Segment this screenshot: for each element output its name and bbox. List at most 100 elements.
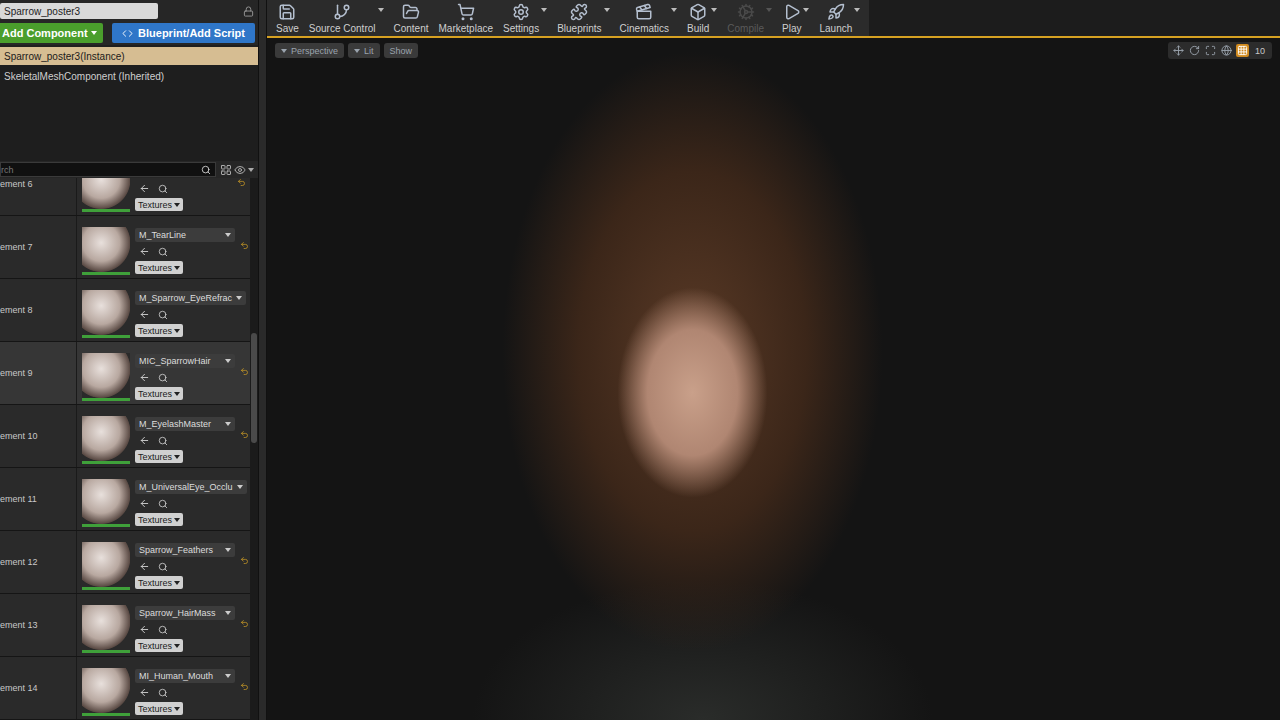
material-dropdown[interactable]: MIC_SparrowHair	[135, 354, 235, 368]
browse-search-icon[interactable]	[158, 688, 168, 698]
use-selected-arrow-icon[interactable]	[139, 372, 150, 383]
material-thumbnail[interactable]	[82, 178, 130, 212]
toolbar-button-main[interactable]: Play	[782, 0, 801, 34]
toolbar-button-main[interactable]: Save	[276, 0, 299, 34]
toolbar-dropdown[interactable]	[378, 0, 384, 12]
use-selected-arrow-icon[interactable]	[139, 687, 150, 698]
browse-search-icon[interactable]	[158, 373, 168, 383]
toolbar-dropdown[interactable]	[604, 0, 610, 12]
material-dropdown[interactable]: Sparrow_Feathers	[135, 543, 235, 557]
viewport-render[interactable]	[267, 59, 1280, 720]
actor-name-field[interactable]: Sparrow_poster3	[0, 3, 158, 19]
view-options[interactable]	[220, 164, 254, 176]
toolbar-button[interactable]: Build	[682, 0, 722, 36]
blueprint-button[interactable]: Blueprint/Add Script	[112, 23, 255, 43]
material-thumbnail[interactable]	[82, 290, 130, 338]
scrollbar-thumb[interactable]	[251, 333, 257, 443]
textures-button[interactable]: Textures	[135, 387, 183, 400]
use-selected-arrow-icon[interactable]	[139, 183, 150, 194]
toolbar-button-main[interactable]: Compile	[727, 0, 764, 34]
browse-search-icon[interactable]	[158, 310, 168, 320]
toolbar-button[interactable]: Compile	[722, 0, 777, 36]
material-thumbnail[interactable]	[82, 542, 130, 590]
material-row[interactable]: ement 8M_Sparrow_EyeRefracTextures	[0, 279, 250, 342]
viewport-button[interactable]: Lit	[348, 43, 380, 58]
scrollbar[interactable]	[250, 178, 258, 720]
move-tool[interactable]	[1172, 44, 1185, 57]
toolbar-dropdown[interactable]	[671, 0, 677, 12]
textures-button[interactable]: Textures	[135, 324, 183, 337]
viewport-button[interactable]: Show	[384, 43, 419, 58]
material-dropdown[interactable]: M_TearLine	[135, 228, 235, 242]
scale-tool[interactable]	[1204, 44, 1217, 57]
material-dropdown[interactable]: Sparrow_HairMass	[135, 606, 235, 620]
use-selected-arrow-icon[interactable]	[139, 309, 150, 320]
toolbar-button-main[interactable]: Blueprints	[557, 0, 601, 34]
toolbar-button-main[interactable]: Settings	[503, 0, 539, 34]
toolbar-button-main[interactable]: Marketplace	[439, 0, 493, 34]
reset-arrow-icon[interactable]	[240, 367, 249, 376]
textures-button[interactable]: Textures	[135, 576, 183, 589]
reset-arrow-icon[interactable]	[240, 241, 249, 250]
reset-arrow-icon[interactable]	[237, 178, 246, 187]
toolbar-button[interactable]: Settings	[498, 0, 552, 36]
use-selected-arrow-icon[interactable]	[139, 246, 150, 257]
textures-button[interactable]: Textures	[135, 261, 183, 274]
component-row[interactable]: Sparrow_poster3(Instance)	[0, 47, 258, 65]
material-thumbnail[interactable]	[82, 416, 130, 464]
textures-button[interactable]: Textures	[135, 198, 183, 211]
reset-arrow-icon[interactable]	[240, 619, 249, 628]
material-thumbnail[interactable]	[82, 353, 130, 401]
toolbar-button-main[interactable]: Cinematics	[620, 0, 669, 34]
textures-button[interactable]: Textures	[135, 639, 183, 652]
toolbar-button[interactable]: Save	[271, 0, 304, 36]
world-tool[interactable]	[1220, 44, 1233, 57]
material-row[interactable]: ement 9MIC_SparrowHairTextures	[0, 342, 250, 405]
toolbar-button-main[interactable]: Launch	[819, 0, 852, 34]
eye-icon[interactable]	[234, 164, 246, 176]
viewport-button[interactable]: Perspective	[275, 43, 344, 58]
material-row[interactable]: ement 6Textures	[0, 178, 250, 216]
reset-arrow-icon[interactable]	[240, 682, 249, 691]
browse-search-icon[interactable]	[158, 562, 168, 572]
grid-view-icon[interactable]	[220, 164, 232, 176]
toolbar-button-main[interactable]: Source Control	[309, 0, 376, 34]
material-thumbnail[interactable]	[82, 479, 130, 527]
toolbar-button-main[interactable]: Content	[394, 0, 429, 34]
toolbar-button[interactable]: Blueprints	[552, 0, 614, 36]
browse-search-icon[interactable]	[158, 625, 168, 635]
toolbar-button-main[interactable]: Build	[687, 0, 709, 34]
panel-splitter[interactable]	[258, 0, 267, 720]
toolbar-dropdown[interactable]	[541, 0, 547, 12]
material-row[interactable]: ement 10M_EyelashMasterTextures	[0, 405, 250, 468]
toolbar-button[interactable]: Content	[389, 0, 434, 36]
viewport[interactable]: Perspective Lit Show 10	[267, 36, 1280, 720]
toolbar-dropdown[interactable]	[766, 0, 772, 12]
use-selected-arrow-icon[interactable]	[139, 435, 150, 446]
material-row[interactable]: ement 7M_TearLineTextures	[0, 216, 250, 279]
toolbar-button[interactable]: Marketplace	[434, 0, 498, 36]
grid-size[interactable]: 10	[1252, 46, 1268, 56]
material-dropdown[interactable]: M_Sparrow_EyeRefrac	[135, 291, 246, 305]
reset-arrow-icon[interactable]	[240, 556, 249, 565]
lock-icon[interactable]	[243, 6, 254, 17]
toolbar-dropdown[interactable]	[803, 0, 809, 12]
material-row[interactable]: ement 13Sparrow_HairMassTextures	[0, 594, 250, 657]
component-row[interactable]: SkeletalMeshComponent (Inherited)	[0, 67, 258, 85]
textures-button[interactable]: Textures	[135, 450, 183, 463]
toolbar-button[interactable]: Launch	[814, 0, 865, 36]
material-dropdown[interactable]: M_UniversalEye_Occlu	[135, 480, 247, 494]
use-selected-arrow-icon[interactable]	[139, 498, 150, 509]
toolbar-button[interactable]: Play	[777, 0, 814, 36]
toolbar-dropdown[interactable]	[854, 0, 860, 12]
material-row[interactable]: ement 14MI_Human_MouthTextures	[0, 657, 250, 720]
use-selected-arrow-icon[interactable]	[139, 624, 150, 635]
browse-search-icon[interactable]	[158, 247, 168, 257]
browse-search-icon[interactable]	[158, 499, 168, 509]
rotate-tool[interactable]	[1188, 44, 1201, 57]
material-thumbnail[interactable]	[82, 668, 130, 716]
material-row[interactable]: ement 12Sparrow_FeathersTextures	[0, 531, 250, 594]
browse-search-icon[interactable]	[158, 436, 168, 446]
toolbar-button[interactable]: Source Control	[304, 0, 389, 36]
textures-button[interactable]: Textures	[135, 513, 183, 526]
